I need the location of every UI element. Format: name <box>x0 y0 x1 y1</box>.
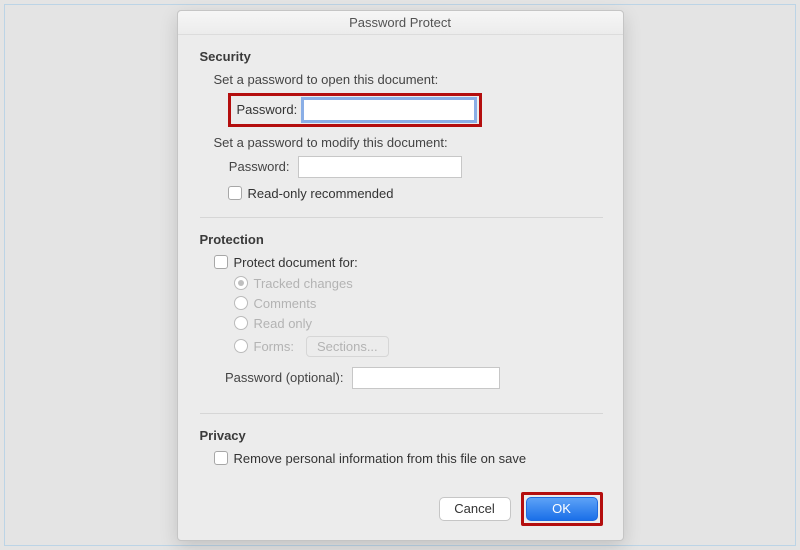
cancel-button[interactable]: Cancel <box>439 497 511 521</box>
open-password-input[interactable] <box>303 99 475 121</box>
tracked-changes-row: Tracked changes <box>200 276 603 291</box>
modify-password-row: Password: <box>214 156 603 178</box>
open-password-instruction: Set a password to open this document: <box>214 72 603 87</box>
protect-document-label: Protect document for: <box>234 255 358 270</box>
protect-document-checkbox[interactable] <box>214 255 228 269</box>
ok-button[interactable]: OK <box>526 497 598 521</box>
readonly-label: Read only <box>254 316 313 331</box>
tracked-changes-label: Tracked changes <box>254 276 353 291</box>
protection-section: Protection Protect document for: Tracked… <box>200 217 603 413</box>
open-password-highlight: Password: <box>228 93 483 127</box>
privacy-section: Privacy Remove personal information from… <box>200 413 603 474</box>
comments-radio <box>234 296 248 310</box>
sections-button: Sections... <box>306 336 389 357</box>
remove-personal-checkbox[interactable] <box>214 451 228 465</box>
readonly-recommended-label: Read-only recommended <box>248 186 394 201</box>
cancel-button-label: Cancel <box>454 501 494 516</box>
security-heading: Security <box>200 49 603 64</box>
password-protect-dialog: Password Protect Security Set a password… <box>177 10 624 541</box>
open-password-row: Password: <box>214 93 603 127</box>
modify-password-label: Password: <box>228 159 290 174</box>
ok-button-label: OK <box>552 501 571 516</box>
security-section: Security Set a password to open this doc… <box>200 49 603 217</box>
security-indent: Set a password to open this document: Pa… <box>200 72 603 201</box>
dialog-title: Password Protect <box>349 15 451 30</box>
ok-button-highlight: OK <box>521 492 603 526</box>
tracked-changes-radio <box>234 276 248 290</box>
readonly-row: Read only <box>200 316 603 331</box>
optional-password-row: Password (optional): <box>200 367 603 389</box>
dialog-titlebar: Password Protect <box>178 11 623 35</box>
forms-radio <box>234 339 248 353</box>
modify-password-input[interactable] <box>298 156 462 178</box>
readonly-recommended-row: Read-only recommended <box>214 186 603 201</box>
optional-password-input[interactable] <box>352 367 500 389</box>
comments-row: Comments <box>200 296 603 311</box>
protect-document-row: Protect document for: <box>200 255 603 270</box>
privacy-heading: Privacy <box>200 428 603 443</box>
open-password-label: Password: <box>237 102 298 117</box>
readonly-recommended-checkbox[interactable] <box>228 186 242 200</box>
readonly-radio <box>234 316 248 330</box>
comments-label: Comments <box>254 296 317 311</box>
optional-password-label: Password (optional): <box>214 370 344 385</box>
protection-heading: Protection <box>200 232 603 247</box>
dialog-button-row: Cancel OK <box>178 488 623 540</box>
modify-password-instruction: Set a password to modify this document: <box>214 135 603 150</box>
screenshot-frame: Password Protect Security Set a password… <box>4 4 796 546</box>
forms-label: Forms: <box>254 339 294 354</box>
dialog-content: Security Set a password to open this doc… <box>178 35 623 488</box>
remove-personal-row: Remove personal information from this fi… <box>200 451 603 466</box>
remove-personal-label: Remove personal information from this fi… <box>234 451 527 466</box>
forms-row: Forms: Sections... <box>200 336 603 357</box>
